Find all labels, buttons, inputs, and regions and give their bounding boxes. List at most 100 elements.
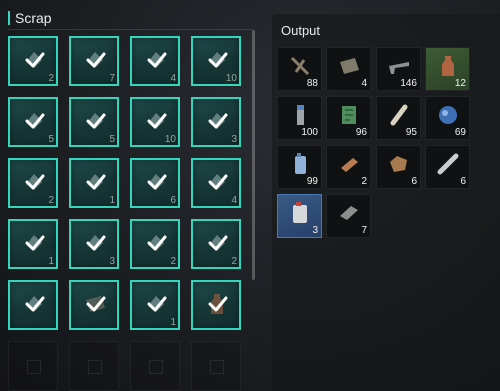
header-accent-bar	[8, 11, 10, 25]
battery-icon	[297, 105, 304, 125]
checkmark-icon	[25, 235, 45, 251]
scrap-slot[interactable]: 7	[69, 36, 119, 86]
scrap-slot[interactable]: 4	[191, 158, 241, 208]
copper-scrap-icon	[390, 156, 407, 172]
slot-quantity: 4	[231, 195, 237, 206]
checkmark-icon	[208, 296, 228, 312]
metal-ingot-icon	[340, 206, 358, 220]
slot-quantity: 2	[48, 195, 54, 206]
checkmark-icon	[86, 174, 106, 190]
empty-scrap-slot[interactable]	[69, 341, 119, 391]
scrap-title: Scrap	[15, 10, 52, 26]
checkmark-icon	[147, 52, 167, 68]
output-quantity: 2	[361, 176, 367, 187]
output-slot[interactable]: 7	[326, 194, 371, 238]
checkmark-icon	[25, 52, 45, 68]
blue-crystals-icon	[439, 106, 457, 124]
output-quantity: 69	[454, 127, 466, 138]
scrap-slot[interactable]: 2	[8, 36, 58, 86]
empty-scrap-slot[interactable]	[8, 341, 58, 391]
output-slot[interactable]: 2	[326, 145, 371, 189]
output-quantity: 100	[301, 127, 318, 138]
slot-quantity: 5	[48, 134, 54, 145]
slot-quantity: 4	[170, 73, 176, 84]
output-slot[interactable]: 69	[425, 96, 470, 140]
slot-quantity: 6	[170, 195, 176, 206]
scrap-slot[interactable]: 10	[191, 36, 241, 86]
slot-quantity: 7	[109, 73, 115, 84]
output-slot[interactable]: 6	[425, 145, 470, 189]
scrap-slot[interactable]: 1	[130, 280, 180, 330]
checkmark-icon	[147, 113, 167, 129]
output-quantity: 7	[361, 225, 367, 236]
output-quantity: 146	[400, 78, 417, 89]
output-slot[interactable]: 3	[277, 194, 322, 238]
scrap-slot[interactable]: 6	[130, 158, 180, 208]
scrap-slot[interactable]: 1	[69, 158, 119, 208]
output-slot[interactable]: 88	[277, 47, 322, 91]
scrap-slot[interactable]: 5	[8, 97, 58, 147]
scrap-slot[interactable]: 2	[130, 219, 180, 269]
slot-quantity: 2	[170, 256, 176, 267]
output-slot[interactable]: 4	[326, 47, 371, 91]
slot-placeholder	[27, 360, 41, 374]
output-slot[interactable]: 96	[326, 96, 371, 140]
output-quantity: 96	[355, 127, 367, 138]
checkmark-icon	[86, 296, 106, 312]
slot-placeholder	[88, 360, 102, 374]
slot-placeholder	[149, 360, 163, 374]
checkmark-icon	[86, 113, 106, 129]
slot-quantity: 10	[225, 73, 237, 84]
scrap-slot[interactable]: 5	[69, 97, 119, 147]
empty-scrap-slot[interactable]	[191, 341, 241, 391]
checkmark-icon	[147, 296, 167, 312]
scrap-slot[interactable]: 2	[191, 219, 241, 269]
output-slot[interactable]: 12	[425, 47, 470, 91]
scrap-slot[interactable]: 2	[8, 158, 58, 208]
checkmark-icon	[86, 52, 106, 68]
output-slot[interactable]: 146	[376, 47, 421, 91]
output-quantity: 88	[306, 78, 318, 89]
scrap-slot[interactable]	[69, 280, 119, 330]
slot-quantity: 3	[231, 134, 237, 145]
empty-scrap-slot[interactable]	[130, 341, 180, 391]
slot-quantity: 1	[109, 195, 115, 206]
output-quantity: 6	[460, 176, 466, 187]
checkmark-icon	[147, 235, 167, 251]
checkmark-icon	[208, 52, 228, 68]
output-slot[interactable]: 99	[277, 145, 322, 189]
slot-quantity: 2	[231, 256, 237, 267]
tube-icon	[390, 104, 408, 126]
cloth-icon	[340, 58, 359, 74]
header-divider	[8, 29, 253, 30]
checkmark-icon	[86, 235, 106, 251]
output-quantity: 6	[411, 176, 417, 187]
slot-placeholder	[210, 360, 224, 374]
scrap-slot[interactable]	[191, 280, 241, 330]
circuit-board-icon	[342, 106, 356, 124]
scrap-slot[interactable]	[8, 280, 58, 330]
output-quantity: 3	[312, 225, 318, 236]
slot-quantity: 1	[48, 256, 54, 267]
checkmark-icon	[25, 174, 45, 190]
scrap-slot[interactable]: 10	[130, 97, 180, 147]
output-title: Output	[281, 23, 321, 38]
copper-bar-icon	[341, 158, 358, 172]
scrap-slot[interactable]: 3	[69, 219, 119, 269]
scrap-header: Scrap	[8, 9, 258, 30]
output-quantity: 4	[361, 78, 367, 89]
checkmark-icon	[208, 113, 228, 129]
output-quantity: 12	[454, 78, 466, 89]
output-slot[interactable]: 95	[376, 96, 421, 140]
fuel-can-icon	[295, 153, 306, 174]
gun-part-icon	[389, 62, 409, 74]
scrollbar[interactable]	[252, 30, 255, 280]
scrap-slot[interactable]: 1	[8, 219, 58, 269]
checkmark-icon	[25, 113, 45, 129]
slot-quantity: 3	[109, 256, 115, 267]
output-quantity: 95	[405, 127, 417, 138]
output-slot[interactable]: 6	[376, 145, 421, 189]
scrap-slot[interactable]: 3	[191, 97, 241, 147]
output-slot[interactable]: 100	[277, 96, 322, 140]
scrap-slot[interactable]: 4	[130, 36, 180, 86]
